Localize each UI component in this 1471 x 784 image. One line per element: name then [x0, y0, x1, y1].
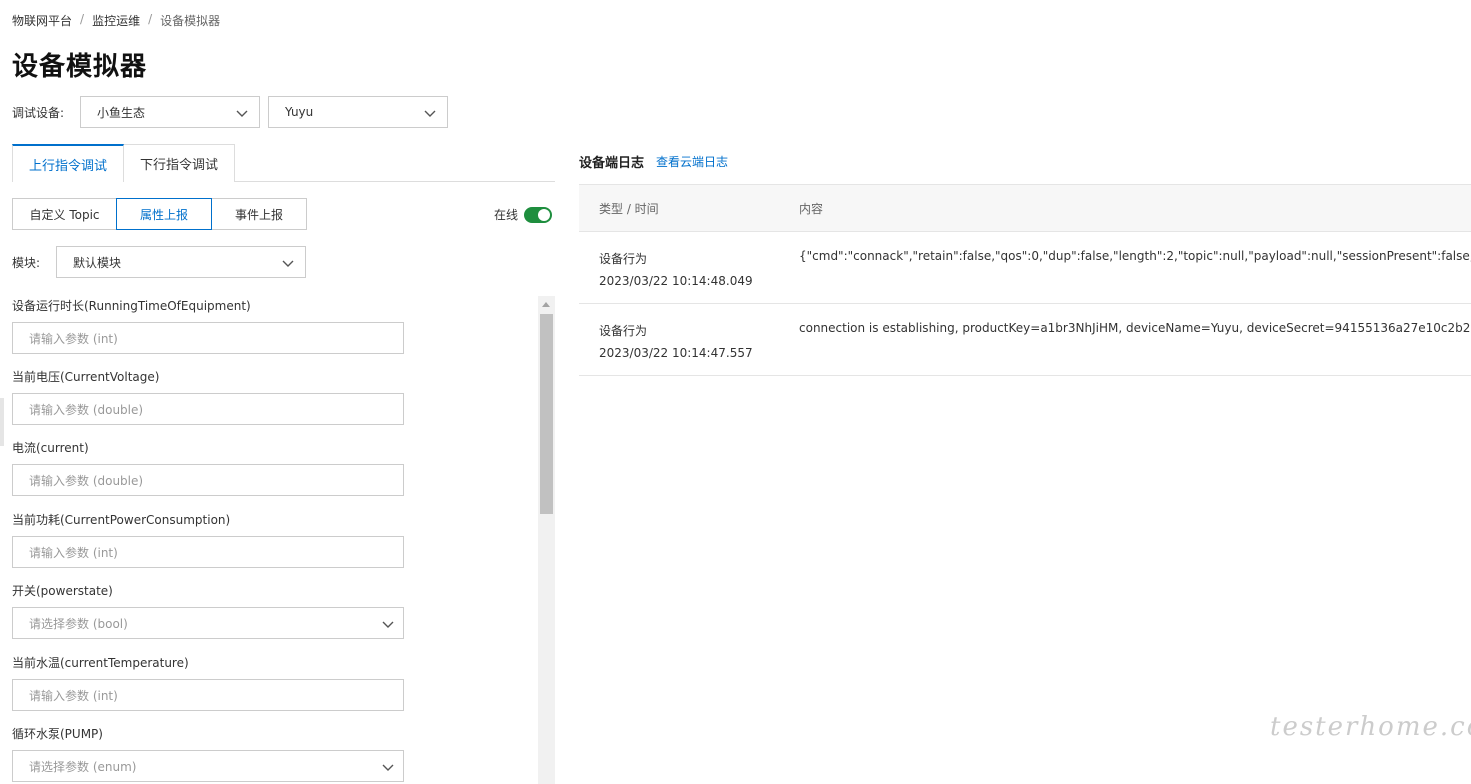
subtab-event-report[interactable]: 事件上报 — [211, 198, 307, 230]
report-type-tabs: 自定义 Topic 属性上报 事件上报 — [12, 198, 307, 230]
field-current-temperature: 当前水温(currentTemperature) 请输入参数 (int) — [12, 653, 404, 711]
input-placeholder: 请输入参数 (int) — [29, 688, 118, 703]
field-power-consumption: 当前功耗(CurrentPowerConsumption) 请输入参数 (int… — [12, 510, 404, 568]
column-header-content: 内容 — [799, 201, 824, 216]
param-input[interactable]: 请输入参数 (double) — [12, 393, 404, 425]
column-header-type-time: 类型 / 时间 — [599, 201, 659, 216]
param-select[interactable]: 请选择参数 (bool) — [12, 607, 404, 639]
tab-upstream[interactable]: 上行指令调试 — [12, 144, 125, 182]
table-row: 设备行为 2023/03/22 10:14:48.049 {"cmd":"con… — [579, 232, 1471, 304]
select-placeholder: 请选择参数 (enum) — [29, 759, 137, 774]
online-toggle[interactable] — [524, 206, 553, 223]
property-form: 设备运行时长(RunningTimeOfEquipment) 请输入参数 (in… — [12, 296, 537, 784]
field-running-time: 设备运行时长(RunningTimeOfEquipment) 请输入参数 (in… — [12, 296, 404, 354]
chevron-down-icon — [382, 764, 394, 771]
field-pump: 循环水泵(PUMP) 请选择参数 (enum) — [12, 724, 404, 782]
param-input[interactable]: 请输入参数 (int) — [12, 679, 404, 711]
field-label: 电流(current) — [12, 441, 89, 455]
form-scrollbar[interactable] — [538, 296, 555, 784]
device-log-title: 设备端日志 — [579, 156, 645, 171]
sidebar-collapse-handle[interactable] — [0, 398, 4, 446]
device-select-value: Yuyu — [285, 105, 314, 119]
param-input[interactable]: 请输入参数 (int) — [12, 536, 404, 568]
device-log-header: 设备端日志 查看云端日志 — [579, 152, 728, 171]
page-title: 设备模拟器 — [12, 52, 148, 82]
watermark: testerhome.com — [1270, 712, 1471, 742]
module-select[interactable]: 默认模块 — [56, 246, 306, 278]
product-select-value: 小鱼生态 — [97, 105, 146, 120]
chevron-down-icon — [282, 260, 294, 267]
module-row: 模块: 默认模块 — [12, 246, 306, 278]
param-input[interactable]: 请输入参数 (int) — [12, 322, 404, 354]
device-log-table: 类型 / 时间 内容 设备行为 2023/03/22 10:14:48.049 … — [579, 184, 1471, 376]
command-tabs: 上行指令调试 下行指令调试 — [12, 144, 555, 182]
field-label: 设备运行时长(RunningTimeOfEquipment) — [12, 299, 251, 313]
chevron-down-icon — [382, 621, 394, 628]
subtab-property-report[interactable]: 属性上报 — [116, 198, 212, 230]
view-cloud-log-link[interactable]: 查看云端日志 — [656, 153, 728, 170]
param-select[interactable]: 请选择参数 (enum) — [12, 750, 404, 782]
breadcrumb-item-current: 设备模拟器 — [160, 14, 221, 28]
debug-device-row: 调试设备: 小鱼生态 Yuyu — [12, 96, 448, 128]
module-label: 模块: — [12, 255, 41, 270]
log-type: 设备行为 — [599, 324, 648, 338]
tab-downstream[interactable]: 下行指令调试 — [124, 144, 236, 182]
field-powerstate: 开关(powerstate) 请选择参数 (bool) — [12, 581, 404, 639]
field-current: 电流(current) 请输入参数 (double) — [12, 438, 404, 496]
online-status: 在线 — [494, 206, 553, 223]
breadcrumb-item-monitoring[interactable]: 监控运维 — [92, 12, 140, 29]
field-label: 循环水泵(PUMP) — [12, 727, 103, 741]
table-row: 设备行为 2023/03/22 10:14:47.557 connection … — [579, 304, 1471, 376]
breadcrumb-separator: / — [80, 12, 85, 26]
scrollbar-thumb[interactable] — [540, 314, 553, 514]
input-placeholder: 请输入参数 (int) — [29, 331, 118, 346]
log-type-time-cell: 设备行为 2023/03/22 10:14:47.557 — [579, 304, 799, 364]
field-current-voltage: 当前电压(CurrentVoltage) 请输入参数 (double) — [12, 367, 404, 425]
chevron-down-icon — [236, 110, 248, 117]
log-time: 2023/03/22 10:14:48.049 — [599, 274, 753, 288]
chevron-down-icon — [424, 110, 436, 117]
log-content: connection is establishing, productKey=a… — [799, 321, 1471, 335]
log-type: 设备行为 — [599, 252, 648, 266]
select-placeholder: 请选择参数 (bool) — [29, 616, 128, 631]
log-table-header: 类型 / 时间 内容 — [579, 184, 1471, 232]
field-label: 开关(powerstate) — [12, 584, 113, 598]
subtab-custom-topic[interactable]: 自定义 Topic — [12, 198, 117, 230]
input-placeholder: 请输入参数 (double) — [29, 402, 144, 417]
log-time: 2023/03/22 10:14:47.557 — [599, 346, 753, 360]
breadcrumb-separator: / — [148, 12, 153, 26]
log-content: {"cmd":"connack","retain":false,"qos":0,… — [799, 249, 1471, 263]
field-label: 当前电压(CurrentVoltage) — [12, 370, 160, 384]
log-type-time-cell: 设备行为 2023/03/22 10:14:48.049 — [579, 232, 799, 292]
param-input[interactable]: 请输入参数 (double) — [12, 464, 404, 496]
input-placeholder: 请输入参数 (double) — [29, 473, 144, 488]
scroll-up-arrow-icon[interactable] — [542, 302, 550, 307]
breadcrumb: 物联网平台 / 监控运维 / 设备模拟器 — [12, 12, 220, 29]
field-label: 当前功耗(CurrentPowerConsumption) — [12, 513, 231, 527]
input-placeholder: 请输入参数 (int) — [29, 545, 118, 560]
breadcrumb-item-iot-platform[interactable]: 物联网平台 — [12, 12, 72, 29]
debug-device-label: 调试设备: — [12, 105, 65, 120]
product-select[interactable]: 小鱼生态 — [80, 96, 260, 128]
module-select-value: 默认模块 — [73, 255, 122, 270]
online-label: 在线 — [494, 208, 519, 222]
toggle-knob — [538, 208, 551, 221]
device-select[interactable]: Yuyu — [268, 96, 448, 128]
field-label: 当前水温(currentTemperature) — [12, 656, 189, 670]
